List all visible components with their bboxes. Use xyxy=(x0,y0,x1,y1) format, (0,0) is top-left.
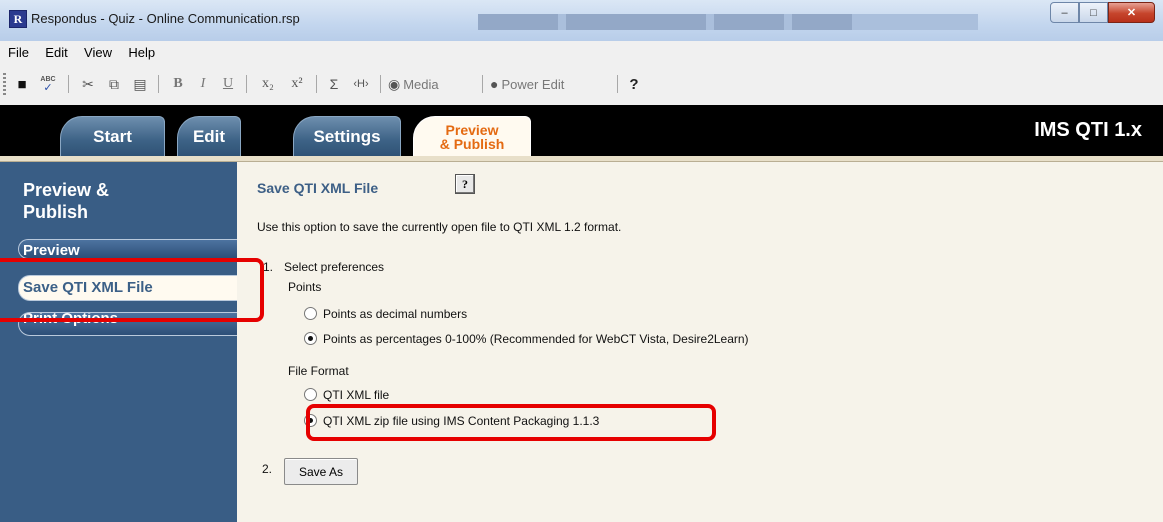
media-button[interactable]: ◉ Media xyxy=(388,74,478,94)
sidebar-title-line1: Preview & xyxy=(23,180,110,200)
points-label: Points xyxy=(288,280,322,294)
points-percentage-radio[interactable] xyxy=(304,332,317,345)
media-icon: ◉ xyxy=(388,75,401,92)
html-icon[interactable]: ‹H› xyxy=(348,74,374,94)
sidebar-title: Preview & Publish xyxy=(23,179,109,223)
menu-edit[interactable]: Edit xyxy=(37,41,72,60)
toolbar-separator xyxy=(482,75,483,93)
toolbar-separator xyxy=(246,75,247,93)
save-icon[interactable]: ■ xyxy=(12,74,32,94)
sidebar: Preview & Publish Preview Save QTI XML F… xyxy=(0,162,240,522)
minimize-button[interactable]: – xyxy=(1050,2,1079,23)
toolbar-grip xyxy=(3,73,6,95)
menu-file[interactable]: File xyxy=(0,41,34,60)
help-icon[interactable]: ? xyxy=(624,74,644,94)
points-decimal-label: Points as decimal numbers xyxy=(323,307,468,321)
description-text: Use this option to save the currently op… xyxy=(257,220,622,234)
spellcheck-icon[interactable]: ABC ✓ xyxy=(37,74,59,94)
select-preferences-label: Select preferences xyxy=(284,260,385,274)
mode-title: IMS QTI 1.x xyxy=(1034,119,1142,141)
tab-settings[interactable]: Settings xyxy=(293,116,401,156)
step-2-number: 2. xyxy=(262,462,273,476)
step-1-number: 1. xyxy=(263,260,274,274)
menu-view[interactable]: View xyxy=(76,41,117,60)
superscript-icon[interactable]: x² xyxy=(285,74,309,94)
copy-icon[interactable]: ⧉ xyxy=(104,74,124,94)
annotation-highlight-sidebar xyxy=(0,258,264,322)
equation-icon[interactable]: Σ xyxy=(324,74,344,94)
toolbar-separator xyxy=(68,75,69,93)
menu-bar: File Edit View Help xyxy=(0,41,1163,64)
spellcheck-check-glyph: ✓ xyxy=(43,82,53,94)
close-button[interactable]: ✕ xyxy=(1108,2,1155,23)
window-title: Respondus - Quiz - Online Communication.… xyxy=(31,11,300,26)
toolbar-separator xyxy=(380,75,381,93)
title-bar: R Respondus - Quiz - Online Communicatio… xyxy=(0,0,1163,41)
sidebar-title-line2: Publish xyxy=(23,202,89,222)
points-percentage-option[interactable]: Points as percentages 0-100% (Recommende… xyxy=(304,332,749,346)
power-edit-icon: ● xyxy=(490,76,499,92)
italic-icon[interactable]: I xyxy=(193,74,213,94)
underline-icon[interactable]: U xyxy=(218,74,238,94)
points-decimal-option[interactable]: Points as decimal numbers xyxy=(304,307,467,321)
power-edit-label: Power Edit xyxy=(501,76,565,92)
paste-icon[interactable]: ▤ xyxy=(130,74,150,94)
tab-edit[interactable]: Edit xyxy=(177,116,241,156)
toolbar-separator xyxy=(158,75,159,93)
subscript-icon[interactable]: x₂ xyxy=(256,74,280,94)
maximize-button[interactable]: □ xyxy=(1079,2,1108,23)
points-percentage-label: Points as percentages 0-100% (Recommende… xyxy=(323,332,749,346)
cut-icon[interactable]: ✂ xyxy=(78,74,98,94)
file-format-label: File Format xyxy=(288,364,349,378)
points-decimal-radio[interactable] xyxy=(304,307,317,320)
qti-xml-file-radio[interactable] xyxy=(304,388,317,401)
main-tab-strip: Start Edit Settings Preview & Publish xyxy=(0,105,1163,156)
respondus-app-icon: R xyxy=(9,10,27,28)
window-controls: – □ ✕ xyxy=(1050,2,1155,23)
toolbar: ■ ABC ✓ ✂ ⧉ ▤ B I U x₂ x² Σ ‹H› ◉ Media … xyxy=(0,63,1163,106)
blurred-browser-tabs xyxy=(478,14,978,30)
toolbar-separator xyxy=(316,75,317,93)
bold-icon[interactable]: B xyxy=(168,74,188,94)
tab-preview-publish-line1: Preview xyxy=(445,121,499,138)
toolbar-separator xyxy=(617,75,618,93)
sidebar-item-preview[interactable]: Preview xyxy=(18,239,237,259)
qti-xml-file-label: QTI XML file xyxy=(323,388,390,402)
content-panel: Save QTI XML File ? Use this option to s… xyxy=(237,162,1163,522)
qti-xml-file-option[interactable]: QTI XML file xyxy=(304,388,389,402)
tab-preview-publish[interactable]: Preview & Publish xyxy=(413,116,531,156)
help-button[interactable]: ? xyxy=(455,174,475,194)
media-label: Media xyxy=(403,76,439,92)
tab-start[interactable]: Start xyxy=(60,116,165,156)
page-title: Save QTI XML File xyxy=(257,180,379,196)
annotation-highlight-zip-option xyxy=(306,404,716,441)
power-edit-button[interactable]: ● Power Edit xyxy=(490,74,610,94)
tab-preview-publish-line2: & Publish xyxy=(439,135,505,152)
save-as-button[interactable]: Save As xyxy=(284,458,358,485)
menu-help[interactable]: Help xyxy=(120,41,160,60)
